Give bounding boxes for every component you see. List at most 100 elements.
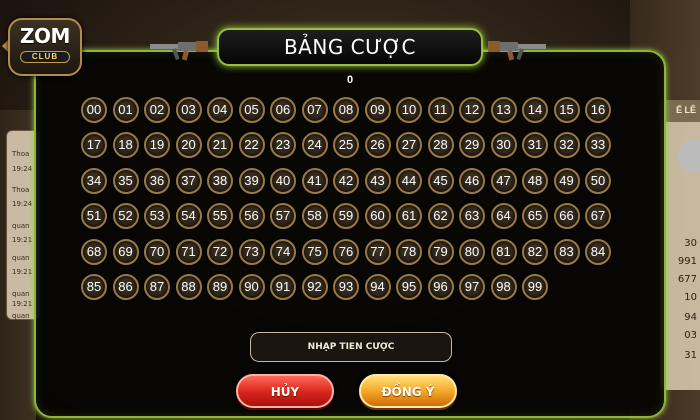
number-ball[interactable]: 93: [333, 273, 359, 300]
number-ball[interactable]: 55: [207, 203, 233, 230]
number-ball[interactable]: 43: [364, 167, 391, 194]
number-ball[interactable]: 29: [459, 132, 485, 159]
number-ball[interactable]: 69: [112, 238, 139, 265]
number-ball[interactable]: 88: [175, 273, 202, 300]
number-ball[interactable]: 66: [553, 203, 580, 230]
number-ball[interactable]: 71: [175, 238, 202, 265]
number-ball[interactable]: 99: [522, 273, 548, 300]
number-ball[interactable]: 86: [112, 273, 139, 300]
number-ball[interactable]: 52: [112, 203, 139, 230]
number-ball[interactable]: 65: [522, 203, 548, 230]
number-ball[interactable]: 03: [175, 97, 202, 123]
number-ball[interactable]: 50: [585, 167, 611, 194]
number-ball[interactable]: 14: [522, 97, 548, 123]
number-ball[interactable]: 47: [490, 167, 517, 194]
number-ball[interactable]: 37: [175, 167, 202, 194]
number-ball[interactable]: 10: [396, 97, 422, 123]
number-ball[interactable]: 40: [270, 167, 296, 194]
cancel-button[interactable]: HỦY: [236, 374, 334, 408]
number-ball[interactable]: 19: [144, 132, 170, 159]
number-ball[interactable]: 49: [553, 167, 580, 194]
number-ball[interactable]: 32: [553, 132, 580, 159]
number-ball[interactable]: 62: [427, 203, 454, 230]
number-ball[interactable]: 87: [144, 273, 170, 300]
number-ball[interactable]: 31: [522, 132, 548, 159]
number-ball[interactable]: 77: [364, 238, 391, 265]
number-ball[interactable]: 63: [459, 203, 485, 230]
number-ball[interactable]: 22: [238, 132, 265, 159]
number-ball[interactable]: 35: [112, 167, 139, 194]
number-ball[interactable]: 94: [364, 273, 391, 300]
number-ball[interactable]: 06: [270, 97, 296, 123]
number-ball[interactable]: 96: [427, 273, 454, 300]
number-ball[interactable]: 07: [301, 97, 328, 123]
number-ball[interactable]: 26: [364, 132, 391, 159]
number-ball[interactable]: 67: [585, 203, 611, 230]
number-ball[interactable]: 85: [81, 273, 107, 300]
bet-amount-input[interactable]: [250, 332, 452, 362]
number-ball[interactable]: 27: [396, 132, 422, 159]
number-ball[interactable]: 76: [333, 238, 359, 265]
number-ball[interactable]: 59: [333, 203, 359, 230]
number-ball[interactable]: 75: [301, 238, 328, 265]
number-ball[interactable]: 92: [301, 273, 328, 300]
number-ball[interactable]: 80: [459, 238, 485, 265]
number-ball[interactable]: 41: [301, 167, 328, 194]
number-ball[interactable]: 13: [490, 97, 517, 123]
number-ball[interactable]: 89: [207, 273, 233, 300]
number-ball[interactable]: 24: [301, 132, 328, 159]
number-ball[interactable]: 60: [364, 203, 391, 230]
number-ball[interactable]: 16: [585, 97, 611, 123]
number-ball[interactable]: 95: [396, 273, 422, 300]
confirm-button[interactable]: ĐỒNG Ý: [359, 374, 457, 408]
number-ball[interactable]: 74: [270, 238, 296, 265]
number-ball[interactable]: 98: [490, 273, 517, 300]
number-ball[interactable]: 23: [270, 132, 296, 159]
number-ball[interactable]: 28: [427, 132, 454, 159]
number-ball[interactable]: 25: [333, 132, 359, 159]
number-ball[interactable]: 81: [490, 238, 517, 265]
number-ball[interactable]: 57: [270, 203, 296, 230]
number-ball[interactable]: 70: [144, 238, 170, 265]
number-ball[interactable]: 17: [81, 132, 107, 159]
number-ball[interactable]: 73: [238, 238, 265, 265]
number-ball[interactable]: 54: [175, 203, 202, 230]
number-ball[interactable]: 02: [144, 97, 170, 123]
number-ball[interactable]: 91: [270, 273, 296, 300]
number-ball[interactable]: 04: [207, 97, 233, 123]
number-ball[interactable]: 36: [144, 167, 170, 194]
number-ball[interactable]: 61: [396, 203, 422, 230]
number-ball[interactable]: 90: [238, 273, 265, 300]
number-ball[interactable]: 15: [553, 97, 580, 123]
number-ball[interactable]: 34: [81, 167, 107, 194]
number-ball[interactable]: 42: [333, 167, 359, 194]
number-ball[interactable]: 68: [81, 238, 107, 265]
number-ball[interactable]: 48: [522, 167, 548, 194]
number-ball[interactable]: 72: [207, 238, 233, 265]
number-ball[interactable]: 83: [553, 238, 580, 265]
number-ball[interactable]: 51: [81, 203, 107, 230]
number-ball[interactable]: 00: [81, 97, 107, 123]
number-ball[interactable]: 56: [238, 203, 265, 230]
number-ball[interactable]: 45: [427, 167, 454, 194]
number-ball[interactable]: 64: [490, 203, 517, 230]
number-ball[interactable]: 78: [396, 238, 422, 265]
number-ball[interactable]: 11: [427, 97, 454, 123]
number-ball[interactable]: 38: [207, 167, 233, 194]
number-ball[interactable]: 08: [333, 97, 359, 123]
number-ball[interactable]: 18: [112, 132, 139, 159]
number-ball[interactable]: 01: [112, 97, 139, 123]
number-ball[interactable]: 21: [207, 132, 233, 159]
number-ball[interactable]: 82: [522, 238, 548, 265]
number-ball[interactable]: 09: [364, 97, 391, 123]
number-ball[interactable]: 53: [144, 203, 170, 230]
number-ball[interactable]: 33: [585, 132, 611, 159]
number-ball[interactable]: 20: [175, 132, 202, 159]
number-ball[interactable]: 46: [459, 167, 485, 194]
number-ball[interactable]: 84: [585, 238, 611, 265]
number-ball[interactable]: 97: [459, 273, 485, 300]
number-ball[interactable]: 58: [301, 203, 328, 230]
number-ball[interactable]: 30: [490, 132, 517, 159]
number-ball[interactable]: 79: [427, 238, 454, 265]
number-ball[interactable]: 39: [238, 167, 265, 194]
